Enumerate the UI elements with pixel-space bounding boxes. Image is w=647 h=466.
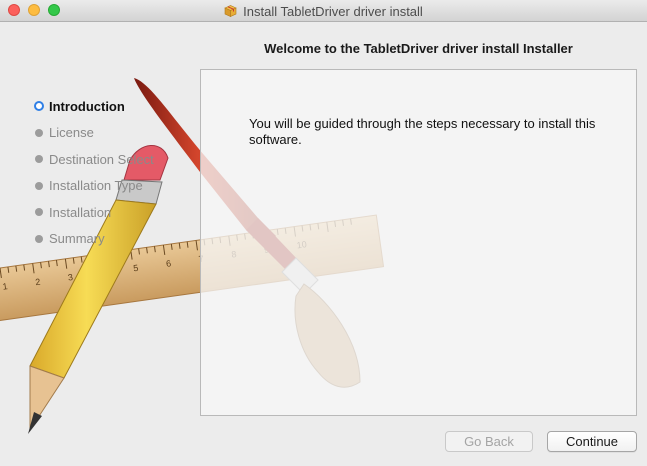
step-summary: Summary [35, 226, 154, 253]
step-installation: Installation [35, 199, 154, 226]
step-label: Destination Select [49, 151, 154, 167]
introduction-text: You will be guided through the steps nec… [249, 116, 596, 147]
step-label: Installation [49, 204, 112, 220]
window-title: Install TabletDriver driver install [243, 3, 423, 19]
step-installation-type: Installation Type [35, 173, 154, 200]
step-label: Introduction [49, 98, 125, 114]
step-label: License [49, 125, 94, 141]
active-step-bullet-icon [34, 101, 44, 112]
step-bullet-icon [35, 181, 43, 190]
installer-header-title: Welcome to the TabletDriver driver insta… [264, 41, 573, 56]
step-bullet-icon [35, 128, 43, 137]
step-label: Installation Type [49, 178, 143, 194]
step-bullet-icon [35, 208, 43, 217]
step-introduction: Introduction [34, 93, 154, 120]
step-label: Summary [49, 231, 105, 247]
continue-button[interactable]: Continue [547, 431, 637, 452]
installer-steps-list: Introduction License Destination Select … [34, 93, 154, 253]
window-title-wrap: Install TabletDriver driver install [0, 0, 647, 22]
step-bullet-icon [35, 234, 43, 243]
package-icon [224, 5, 237, 17]
go-back-button[interactable]: Go Back [445, 431, 533, 452]
content-pane[interactable]: You will be guided through the steps nec… [200, 69, 637, 416]
step-destination-select: Destination Select [35, 146, 154, 173]
installer-window: Install TabletDriver driver install 1 2 … [0, 0, 647, 466]
step-bullet-icon [35, 155, 43, 164]
title-bar[interactable]: Install TabletDriver driver install [0, 0, 647, 22]
step-license: License [35, 120, 154, 147]
